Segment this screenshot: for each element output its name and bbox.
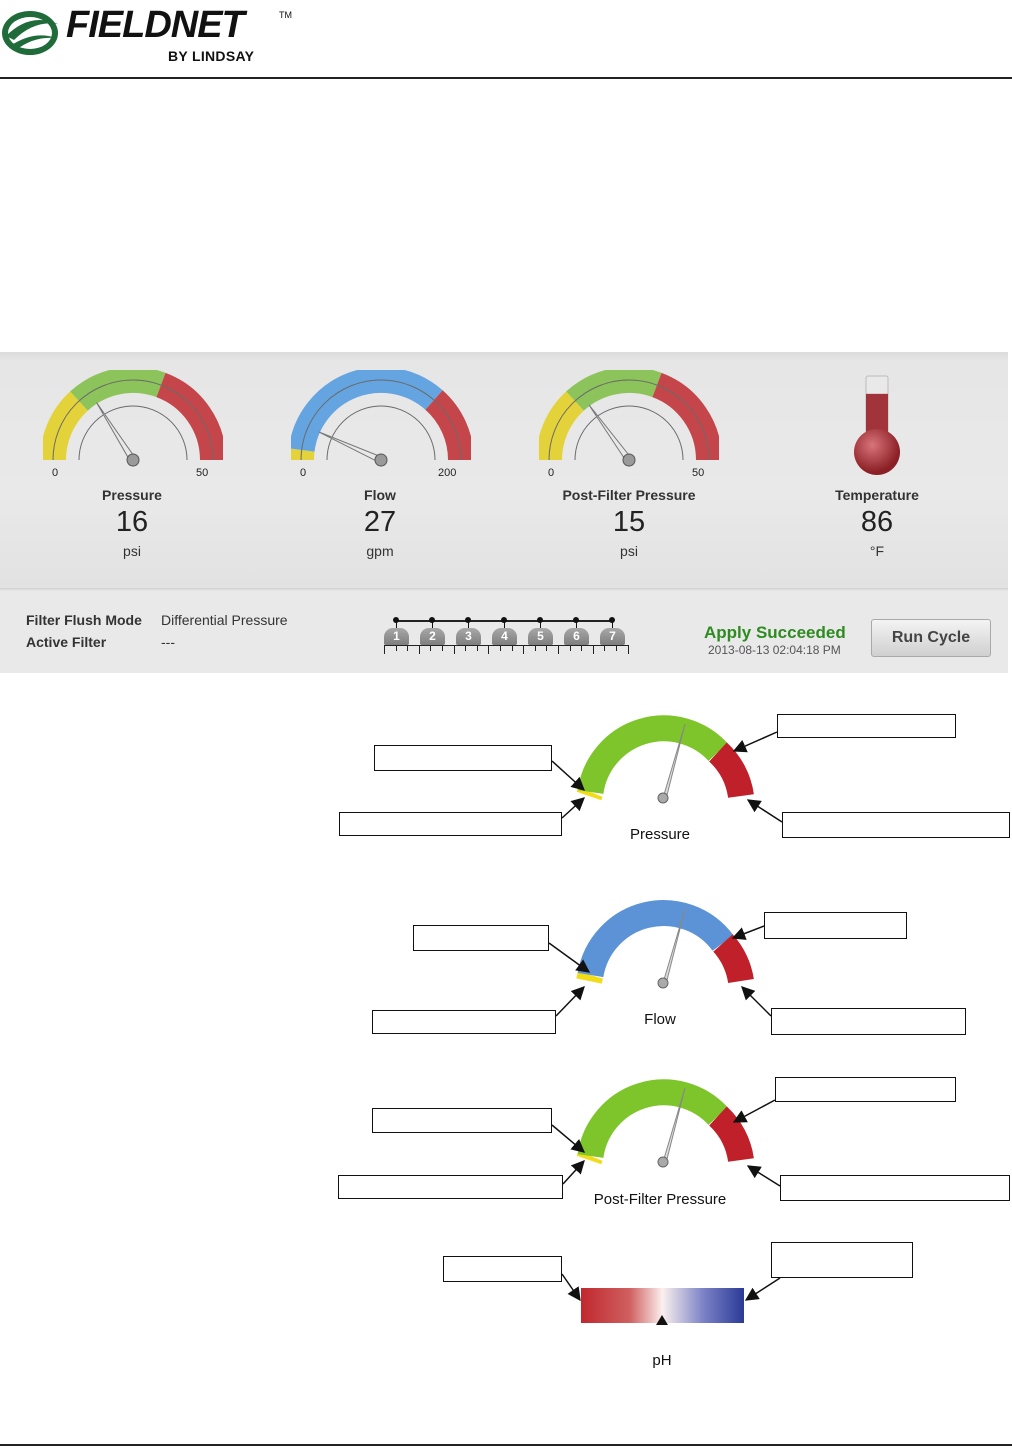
- pressure-gauge-green-zone: [70, 370, 166, 411]
- header-divider: [0, 77, 1012, 79]
- pressure-gauge-label: Pressure: [102, 487, 162, 503]
- filter-5-icon[interactable]: 5: [528, 628, 553, 645]
- post-filter-gauge-value: 15: [612, 506, 646, 538]
- temperature-gauge-label: Temperature: [835, 487, 919, 503]
- temperature-gauge-value: 86: [860, 506, 894, 538]
- filter-6-icon[interactable]: 6: [564, 628, 589, 645]
- brand-trademark: TM: [279, 10, 292, 20]
- flow-gauge-max: 200: [438, 467, 457, 479]
- pressure-gauge-max: 50: [196, 467, 209, 479]
- filter-scale-tick: [384, 645, 385, 654]
- filter-scale-tick: [581, 645, 583, 651]
- filter-scale-tick: [569, 645, 571, 651]
- post-filter-gauge-unit: psi: [620, 543, 638, 559]
- ph-diagram-title: pH: [652, 1352, 672, 1369]
- filter-scale-tick: [395, 645, 397, 651]
- filter-scale-tick: [511, 645, 513, 651]
- filter-scale-tick: [465, 645, 467, 651]
- temperature-gauge-unit: °F: [869, 543, 885, 559]
- logo-emblem-icon: [2, 11, 58, 55]
- filter-scale-tick: [523, 645, 525, 654]
- filter-flush-mode-value: Differential Pressure: [161, 612, 288, 628]
- flow-gauge-unit: gpm: [366, 543, 394, 559]
- brand-name: FIELDNET: [66, 4, 245, 46]
- filter-scale-tick: [442, 645, 443, 651]
- active-filter-label: Active Filter: [26, 634, 107, 650]
- pressure-gauge-yellow-zone: [43, 391, 89, 461]
- post-filter-gauge-min: 0: [548, 467, 555, 479]
- post-filter-gauge-yellow-zone: [539, 391, 585, 461]
- filter-scale-tick: [418, 645, 420, 654]
- post-filter-pressure-gauge: [539, 370, 719, 467]
- filter-scale-tick: [627, 645, 629, 654]
- filter-scale-tick: [604, 645, 606, 651]
- fieldnet-logo: FIELDNET TM BY LINDSAY: [0, 0, 300, 70]
- run-cycle-button[interactable]: Run Cycle: [871, 619, 991, 657]
- brand-byline: BY LINDSAY: [168, 48, 255, 64]
- filter-3-icon[interactable]: 3: [456, 628, 481, 645]
- apply-status: Apply Succeeded: [704, 623, 846, 642]
- thermometer-icon: [854, 375, 900, 475]
- filter-scale-tick: [430, 645, 432, 651]
- flow-gauge-blue-zone: [291, 370, 443, 453]
- pressure-gauge-needle: [96, 402, 140, 467]
- flow-gauge-label: Flow: [364, 487, 396, 503]
- footer-divider: [0, 1444, 1012, 1446]
- flow-gauge: [291, 370, 471, 467]
- pressure-gauge-value: 16: [115, 506, 149, 538]
- filter-scale-tick: [488, 645, 490, 654]
- filter-4-icon[interactable]: 4: [492, 628, 517, 645]
- filter-1-icon[interactable]: 1: [384, 628, 409, 645]
- filter-flush-mode-label: Filter Flush Mode: [26, 612, 142, 628]
- filter-sequence: 1234567: [380, 614, 632, 660]
- pressure-gauge: [43, 370, 223, 467]
- post-filter-gauge-red-zone: [652, 372, 719, 461]
- filter-scale-tick: [616, 645, 617, 651]
- pressure-gauge-red-zone: [156, 372, 223, 461]
- callout-arrows: [548, 731, 783, 1302]
- flow-gauge-needle: [318, 431, 388, 467]
- pressure-gauge-unit: psi: [123, 543, 141, 559]
- flow-gauge-red-zone: [425, 390, 471, 461]
- filter-scale-tick: [453, 645, 455, 654]
- flow-gauge-min: 0: [300, 467, 307, 479]
- filter-scale-tick: [558, 645, 559, 654]
- filter-scale-tick: [407, 645, 409, 651]
- filter-scale-tick: [546, 645, 548, 651]
- apply-timestamp: 2013-08-13 02:04:18 PM: [708, 643, 841, 657]
- filter-scale-tick: [534, 645, 536, 651]
- post-filter-gauge-needle: [588, 404, 636, 467]
- filter-scale-tick: [500, 645, 501, 651]
- filter-2-icon[interactable]: 2: [420, 628, 445, 645]
- post-filter-gauge-max: 50: [692, 467, 705, 479]
- filter-scale-tick: [476, 645, 478, 651]
- post-filter-gauge-green-zone: [566, 370, 662, 411]
- active-filter-value: ---: [161, 634, 175, 650]
- flow-gauge-value: 27: [363, 506, 397, 538]
- pressure-gauge-min: 0: [52, 467, 59, 479]
- filter-7-icon[interactable]: 7: [600, 628, 625, 645]
- post-filter-gauge-label: Post-Filter Pressure: [562, 487, 696, 503]
- filter-scale-tick: [592, 645, 594, 654]
